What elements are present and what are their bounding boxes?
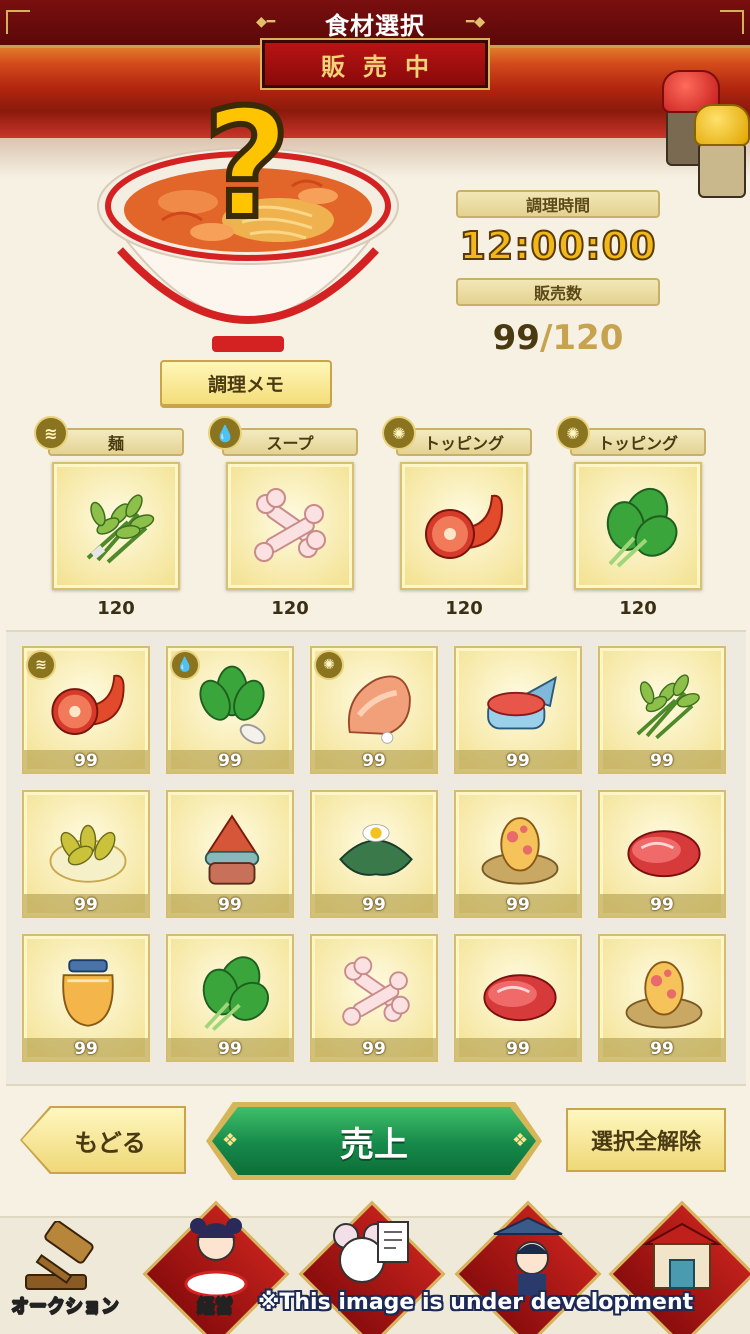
inventory-item[interactable]: 99 xyxy=(310,790,438,918)
slot-card[interactable] xyxy=(226,462,354,590)
cooking-memo-button[interactable]: 調理メモ xyxy=(160,360,332,406)
item-count: 99 xyxy=(600,750,724,772)
item-count: 99 xyxy=(168,894,292,916)
slot-count: 120 xyxy=(619,598,657,619)
slot-count: 120 xyxy=(271,598,309,619)
slot-card[interactable] xyxy=(52,462,180,590)
adventure-hero-icon xyxy=(488,1214,568,1300)
sales-count: 99/120 xyxy=(456,318,660,358)
seaweed-egg-icon xyxy=(339,824,413,876)
slot-card[interactable] xyxy=(574,462,702,590)
item-count: 99 xyxy=(312,894,436,916)
inventory-item[interactable]: 99 xyxy=(598,934,726,1062)
item-count: 99 xyxy=(456,1038,580,1060)
item-count: 99 xyxy=(24,894,148,916)
pudding-icon xyxy=(204,814,260,885)
item-count: 99 xyxy=(24,1038,148,1060)
inventory-item[interactable]: 99 xyxy=(166,790,294,918)
spinach-icon xyxy=(606,487,678,568)
ingredient-slot-topping-2[interactable]: ✺ トッピング 120 xyxy=(556,416,736,626)
herb-bundle-icon xyxy=(86,494,155,564)
dish-preview: ? xyxy=(92,87,404,360)
cook-time-label: 調理時間 xyxy=(456,190,660,218)
slot-count: 120 xyxy=(445,598,483,619)
clear-all-button[interactable]: 選択全解除 xyxy=(566,1108,726,1172)
inventory-item[interactable]: ✺ 99 xyxy=(310,646,438,774)
inventory-item[interactable]: 99 xyxy=(454,646,582,774)
sell-button[interactable]: 売上 xyxy=(212,1107,536,1175)
mouse-document-icon xyxy=(332,1214,412,1300)
slot-label: スープ xyxy=(222,428,358,456)
development-watermark: ※This image is under development xyxy=(258,1290,694,1315)
item-count: 99 xyxy=(24,750,148,772)
sales-separator: / xyxy=(539,318,553,358)
ramen-girl-icon xyxy=(176,1214,256,1300)
item-count: 99 xyxy=(456,894,580,916)
status-plate: 販売中 xyxy=(260,38,490,90)
item-count: 99 xyxy=(312,750,436,772)
ingredient-slot-topping-1[interactable]: ✺ トッピング 120 xyxy=(382,416,562,626)
sales-current: 99 xyxy=(492,318,540,358)
inventory-item[interactable]: 99 xyxy=(22,934,150,1062)
roast-chicken-icon xyxy=(348,675,411,744)
shop-building-icon xyxy=(642,1214,722,1300)
bone-icon xyxy=(254,488,326,562)
topping-gear-icon: ✺ xyxy=(382,416,416,450)
slot-label: 麺 xyxy=(48,428,184,456)
inventory-item[interactable]: 99 xyxy=(310,934,438,1062)
fish-steak-icon xyxy=(487,675,557,730)
unknown-recipe-icon: ? xyxy=(200,78,293,252)
greens-radish-icon xyxy=(199,665,266,745)
ham-shank-icon xyxy=(51,674,125,735)
nav-label: オークション xyxy=(11,1296,120,1318)
page-title: 食材選択 xyxy=(325,12,425,40)
slot-label: トッピング xyxy=(570,428,706,456)
inventory-item[interactable]: 99 xyxy=(598,790,726,918)
item-count: 99 xyxy=(168,750,292,772)
sell-ornament-icon: ❖ xyxy=(222,1130,239,1151)
mustard-jar-icon xyxy=(694,104,750,198)
soup-drop-icon: 💧 xyxy=(208,416,242,450)
ingredient-slot-noodle[interactable]: ≋ 麺 120 xyxy=(34,416,214,626)
bone-icon xyxy=(342,956,410,1026)
slot-count: 120 xyxy=(97,598,135,619)
slot-card[interactable] xyxy=(400,462,528,590)
item-count: 99 xyxy=(312,1038,436,1060)
item-count: 99 xyxy=(600,894,724,916)
topping-gear-icon: ✺ xyxy=(556,416,590,450)
inventory-item[interactable]: ≋ 99 xyxy=(22,646,150,774)
sell-ornament-icon: ❖ xyxy=(512,1130,529,1151)
nav-auction[interactable]: オークション xyxy=(0,1206,130,1334)
item-count: 99 xyxy=(600,1038,724,1060)
herb-bundle-icon xyxy=(636,674,700,740)
nest-egg-icon xyxy=(481,817,559,885)
cook-time-value: 12:00:00 xyxy=(458,223,657,269)
slot-label: トッピング xyxy=(396,428,532,456)
sales-count-label: 販売数 xyxy=(456,278,660,306)
item-count: 99 xyxy=(456,750,580,772)
honey-jar-icon xyxy=(62,959,114,1027)
inventory-item[interactable]: 💧 99 xyxy=(166,646,294,774)
pea-bowl-icon xyxy=(49,824,127,883)
item-count: 99 xyxy=(168,1038,292,1060)
spinach-icon xyxy=(202,956,269,1031)
noodle-icon: ≋ xyxy=(34,416,68,450)
back-button[interactable]: もどる xyxy=(22,1108,184,1172)
inventory-item[interactable]: 99 xyxy=(166,934,294,1062)
inventory-item[interactable]: 99 xyxy=(598,646,726,774)
raw-meat-icon xyxy=(627,830,701,878)
nest-egg-icon xyxy=(625,961,703,1029)
inventory-item[interactable]: 99 xyxy=(22,790,150,918)
ingredient-slot-soup[interactable]: 💧 スープ 120 xyxy=(208,416,388,626)
inventory-item[interactable]: 99 xyxy=(454,934,582,1062)
sales-max: 120 xyxy=(552,318,624,358)
inventory-item[interactable]: 99 xyxy=(454,790,582,918)
ham-shank-icon xyxy=(425,494,504,559)
raw-meat-icon xyxy=(483,974,557,1022)
inventory-grid: ≋ 99 💧 99 ✺ 99 99 99 99 99 99 99 99 99 9… xyxy=(6,630,746,1086)
